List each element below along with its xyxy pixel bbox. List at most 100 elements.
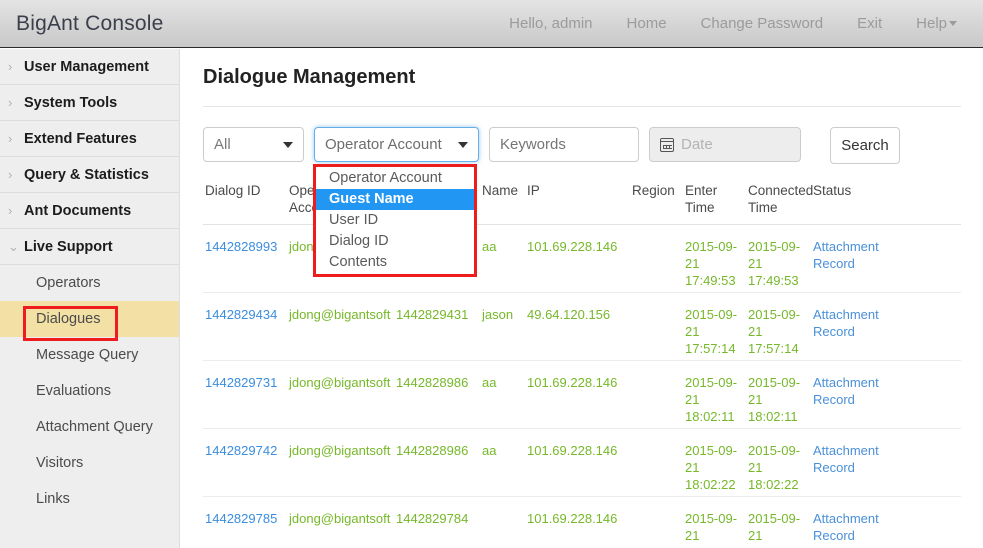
sidebar-item-label: Message Query bbox=[36, 347, 139, 363]
cell-connected-time: 2015-09-21 bbox=[748, 511, 801, 543]
column-header-dialog-id[interactable]: Dialog ID bbox=[203, 182, 287, 216]
chevron-right-icon: › bbox=[8, 203, 13, 218]
dropdown-option-operator-account[interactable]: Operator Account bbox=[316, 168, 474, 189]
keywords-input[interactable] bbox=[489, 127, 639, 162]
sidebar-group-system-tools[interactable]: › System Tools bbox=[0, 85, 179, 121]
cell-status[interactable]: Attachment Record bbox=[811, 238, 881, 292]
cell-operator-account: jdong@bigantsoft bbox=[289, 375, 391, 390]
sidebar-item-dialogues[interactable]: Dialogues bbox=[0, 301, 179, 337]
sidebar-item-links[interactable]: Links bbox=[0, 481, 179, 517]
sidebar-item-attachment-query[interactable]: Attachment Query bbox=[0, 409, 179, 445]
cell-enter-time: 2015-09-21 18:02:11 bbox=[685, 375, 738, 424]
cell-enter-time: 2015-09-21 bbox=[685, 511, 738, 543]
sidebar-item-visitors[interactable]: Visitors bbox=[0, 445, 179, 481]
sidebar-item-label: Dialogues bbox=[36, 311, 101, 327]
caret-down-icon bbox=[283, 141, 293, 148]
sidebar-item-label: Operators bbox=[36, 275, 101, 291]
cell-ip: 49.64.120.156 bbox=[527, 307, 611, 322]
cell-status[interactable]: Attachment Record bbox=[811, 442, 881, 496]
scope-select-value: All bbox=[214, 136, 231, 153]
sidebar-item-message-query[interactable]: Message Query bbox=[0, 337, 179, 373]
sidebar-group-query-statistics[interactable]: › Query & Statistics bbox=[0, 157, 179, 193]
top-nav: Hello, admin Home Change Password Exit H… bbox=[492, 15, 963, 32]
field-select-value: Operator Account bbox=[325, 136, 442, 153]
chevron-right-icon: › bbox=[8, 131, 13, 146]
cell-status[interactable]: Attachment Record bbox=[811, 306, 881, 360]
date-picker[interactable]: Date bbox=[649, 127, 801, 162]
search-button[interactable]: Search bbox=[830, 127, 900, 164]
sidebar-item-evaluations[interactable]: Evaluations bbox=[0, 373, 179, 409]
sidebar-item-operators[interactable]: Operators bbox=[0, 265, 179, 301]
cell-dialog-id[interactable]: 1442829731 bbox=[203, 374, 287, 428]
cell-dialog-id[interactable]: 1442828993 bbox=[203, 238, 287, 292]
title-divider bbox=[203, 106, 961, 107]
cell-region bbox=[630, 306, 683, 360]
page-title: Dialogue Management bbox=[203, 66, 416, 88]
nav-help-menu[interactable]: Help bbox=[899, 15, 963, 32]
date-picker-value: Date bbox=[681, 136, 713, 153]
column-header-name[interactable]: Name bbox=[480, 182, 525, 216]
cell-user-id: 1442828986 bbox=[396, 443, 469, 458]
cell-region bbox=[630, 374, 683, 428]
sidebar-group-user-management[interactable]: › User Management bbox=[0, 49, 179, 85]
cell-connected-time: 2015-09-21 18:02:11 bbox=[748, 375, 801, 424]
sidebar-item-label: Links bbox=[36, 491, 70, 507]
cell-dialog-id[interactable]: 1442829742 bbox=[203, 442, 287, 496]
cell-ip: 101.69.228.146 bbox=[527, 375, 618, 390]
cell-status[interactable]: Attachment Record bbox=[811, 510, 881, 548]
column-header-enter-time[interactable]: Enter Time bbox=[683, 182, 746, 216]
cell-enter-time: 2015-09-21 17:57:14 bbox=[685, 307, 738, 356]
cell-name: aa bbox=[482, 239, 497, 254]
top-header-bar: BigAnt Console Hello, admin Home Change … bbox=[0, 0, 983, 48]
cell-region bbox=[630, 238, 683, 292]
nav-home-link[interactable]: Home bbox=[610, 15, 684, 32]
app-brand-title: BigAnt Console bbox=[16, 11, 164, 35]
search-toolbar: All Operator Account Date Search bbox=[203, 127, 900, 164]
cell-user-id: 1442829431 bbox=[396, 307, 469, 322]
cell-region bbox=[630, 442, 683, 496]
sidebar-group-label: System Tools bbox=[24, 94, 118, 111]
nav-change-password-link[interactable]: Change Password bbox=[684, 15, 841, 32]
cell-region bbox=[630, 510, 683, 548]
chevron-down-icon: ⌄ bbox=[8, 238, 19, 254]
cell-ip: 101.69.228.146 bbox=[527, 239, 618, 254]
greeting-label: Hello, admin bbox=[509, 15, 593, 32]
dropdown-option-user-id[interactable]: User ID bbox=[316, 210, 474, 231]
caret-down-icon bbox=[458, 141, 468, 148]
column-header-status[interactable]: Status bbox=[811, 182, 881, 216]
cell-ip: 101.69.228.146 bbox=[527, 511, 618, 526]
nav-help-label: Help bbox=[916, 15, 947, 32]
sidebar-group-live-support[interactable]: ⌄ Live Support bbox=[0, 229, 179, 265]
sidebar-item-label: Attachment Query bbox=[36, 419, 153, 435]
sidebar-item-label: Evaluations bbox=[36, 383, 111, 399]
column-header-region[interactable]: Region bbox=[630, 182, 683, 216]
dropdown-option-guest-name[interactable]: Guest Name bbox=[316, 189, 474, 210]
cell-operator-account: jdong@bigantsoft bbox=[289, 443, 391, 458]
cell-enter-time: 2015-09-21 17:49:53 bbox=[685, 239, 738, 288]
field-select[interactable]: Operator Account bbox=[314, 127, 479, 162]
sidebar-group-ant-documents[interactable]: › Ant Documents bbox=[0, 193, 179, 229]
cell-status[interactable]: Attachment Record bbox=[811, 374, 881, 428]
field-select-dropdown[interactable]: Operator Account Guest Name User ID Dial… bbox=[313, 164, 477, 277]
dropdown-option-contents[interactable]: Contents bbox=[316, 252, 474, 273]
scope-select[interactable]: All bbox=[203, 127, 304, 162]
chevron-right-icon: › bbox=[8, 167, 13, 182]
sidebar-group-extend-features[interactable]: › Extend Features bbox=[0, 121, 179, 157]
cell-enter-time: 2015-09-21 18:02:22 bbox=[685, 443, 738, 492]
chevron-right-icon: › bbox=[8, 95, 13, 110]
dropdown-option-dialog-id[interactable]: Dialog ID bbox=[316, 231, 474, 252]
cell-connected-time: 2015-09-21 18:02:22 bbox=[748, 443, 801, 492]
column-header-connected-time[interactable]: Connected Time bbox=[746, 182, 813, 216]
main-content: Dialogue Management All Operator Account… bbox=[181, 49, 983, 548]
cell-operator-account: jdong@bigantsoft bbox=[289, 307, 391, 322]
table-row: 1442829785 jdong@bigantsoft 1442829784 1… bbox=[203, 497, 961, 548]
cell-dialog-id[interactable]: 1442829434 bbox=[203, 306, 287, 360]
calendar-icon bbox=[660, 137, 674, 152]
column-header-ip[interactable]: IP bbox=[525, 182, 630, 216]
cell-name: aa bbox=[482, 375, 497, 390]
cell-ip: 101.69.228.146 bbox=[527, 443, 618, 458]
cell-user-id: 1442829784 bbox=[396, 511, 469, 526]
cell-dialog-id[interactable]: 1442829785 bbox=[203, 510, 287, 548]
table-row: 1442829434 jdong@bigantsoft 1442829431 j… bbox=[203, 293, 961, 361]
nav-exit-link[interactable]: Exit bbox=[840, 15, 899, 32]
